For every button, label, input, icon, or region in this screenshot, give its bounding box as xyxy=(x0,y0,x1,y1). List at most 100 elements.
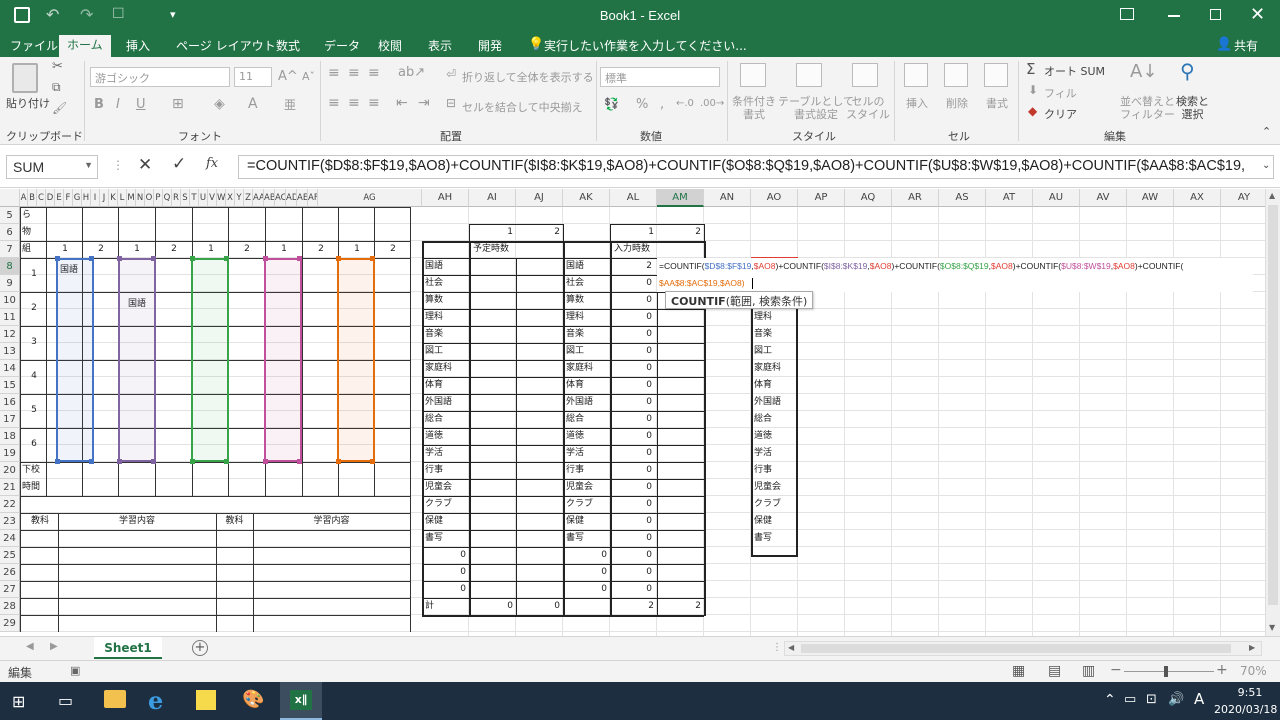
column-header[interactable]: U xyxy=(199,189,208,207)
battery-icon[interactable]: ▭ xyxy=(1124,692,1136,707)
row-header[interactable]: 7 xyxy=(0,241,20,258)
align-center-icon[interactable]: ≡ xyxy=(348,95,360,111)
range-handle[interactable] xyxy=(224,256,229,261)
align-top-icon[interactable]: ≡ xyxy=(328,65,340,81)
close-icon[interactable]: ✕ xyxy=(1250,4,1265,25)
column-header[interactable]: AD xyxy=(286,189,297,207)
tab-split-icon[interactable]: ⋮ xyxy=(772,642,782,653)
tell-me-box[interactable]: 実行したい作業を入力してください... xyxy=(544,37,747,54)
windows-start-icon[interactable]: ⊞ xyxy=(12,692,25,711)
column-header[interactable]: X xyxy=(226,189,235,207)
column-header[interactable]: L xyxy=(118,189,127,207)
range-handle[interactable] xyxy=(151,459,156,464)
column-header[interactable]: AI xyxy=(469,189,516,207)
ime-indicator[interactable]: A xyxy=(1194,690,1204,708)
range-handle[interactable] xyxy=(224,459,229,464)
font-size-dropdown[interactable]: 11 xyxy=(234,67,272,87)
column-header[interactable]: S xyxy=(181,189,190,207)
paste-icon[interactable] xyxy=(12,63,38,93)
row-header[interactable]: 20 xyxy=(0,462,20,479)
tooltip-function-name[interactable]: COUNTIF xyxy=(671,295,726,308)
italic-button[interactable]: I xyxy=(116,97,120,112)
restore-icon[interactable] xyxy=(1210,9,1221,20)
range-handle[interactable] xyxy=(89,256,94,261)
cell-editor[interactable]: =COUNTIF($D$8:$F$19,$AO8)+COUNTIF($I$8:$… xyxy=(657,258,1253,292)
edge-browser-icon[interactable]: e xyxy=(148,686,163,715)
tab-formulas[interactable]: 数式 xyxy=(268,36,308,57)
number-format-dropdown[interactable]: 標準 xyxy=(600,67,720,87)
cell-styles-icon[interactable] xyxy=(852,63,878,87)
sheet-tab-sheet1[interactable]: Sheet1 xyxy=(94,637,162,659)
increase-font-icon[interactable]: A^ xyxy=(278,69,298,84)
autosum-icon[interactable]: Σ xyxy=(1026,60,1035,78)
column-header[interactable]: M xyxy=(127,189,136,207)
tray-chevron-icon[interactable]: ⌃ xyxy=(1104,692,1116,708)
column-header[interactable]: AA xyxy=(253,189,264,207)
wrap-text-button[interactable]: 折り返して全体を表示する xyxy=(462,69,594,85)
delete-cells-button[interactable]: 削除 xyxy=(946,95,968,111)
format-painter-icon[interactable]: 🖌 xyxy=(52,101,67,115)
row-header[interactable]: 27 xyxy=(0,581,20,598)
worksheet-grid[interactable]: ABCDEFGHIJKLMNOPQRSTUVWXYZAAABACADAEAFAG… xyxy=(0,189,1265,636)
page-layout-view-icon[interactable]: ▤ xyxy=(1048,663,1061,679)
hscroll-left-icon[interactable]: ◀ xyxy=(788,643,794,652)
row-header[interactable]: 17 xyxy=(0,411,20,428)
normal-view-icon[interactable]: ▦ xyxy=(1012,663,1025,679)
fill-color-icon[interactable]: ◈ xyxy=(214,96,225,112)
column-header[interactable]: AH xyxy=(422,189,469,207)
wrap-text-icon[interactable]: ⏎ xyxy=(446,67,456,81)
column-header[interactable]: AE xyxy=(297,189,308,207)
format-as-table-button[interactable]: テーブルとして 書式設定 xyxy=(778,95,854,121)
zoom-slider-thumb[interactable] xyxy=(1164,666,1168,677)
column-header[interactable]: AX xyxy=(1174,189,1221,207)
row-header[interactable]: 13 xyxy=(0,343,20,360)
hscroll-thumb[interactable] xyxy=(801,644,1231,653)
font-name-dropdown[interactable]: 游ゴシック xyxy=(90,67,230,87)
fill-icon[interactable]: ⬇ xyxy=(1028,83,1038,97)
column-header[interactable]: Z xyxy=(244,189,253,207)
column-header[interactable]: AF xyxy=(308,189,318,207)
cell-styles-button[interactable]: セルの スタイル xyxy=(846,95,890,121)
row-header[interactable]: 11 xyxy=(0,309,20,326)
range-handle[interactable] xyxy=(297,256,302,261)
currency-icon[interactable]: 💱 xyxy=(604,97,619,111)
column-header[interactable]: D xyxy=(46,189,55,207)
align-bottom-icon[interactable]: ≡ xyxy=(368,65,380,81)
zoom-in-icon[interactable]: + xyxy=(1216,662,1228,678)
format-as-table-icon[interactable] xyxy=(796,63,822,87)
insert-function-icon[interactable]: fx xyxy=(206,156,218,171)
clock-time[interactable]: 9:51 xyxy=(1228,686,1272,699)
row-header[interactable]: 22 xyxy=(0,496,20,513)
range-handle[interactable] xyxy=(190,256,195,261)
row-header[interactable]: 24 xyxy=(0,530,20,547)
collapse-ribbon-icon[interactable]: ⌃ xyxy=(1262,125,1271,138)
border-icon[interactable]: ⊞ xyxy=(172,96,184,112)
range-handle[interactable] xyxy=(263,459,268,464)
column-header[interactable]: G xyxy=(73,189,82,207)
column-header[interactable]: T xyxy=(190,189,199,207)
column-header[interactable]: AC xyxy=(275,189,286,207)
underline-button[interactable]: U xyxy=(136,97,146,112)
align-right-icon[interactable]: ≡ xyxy=(368,95,380,111)
column-header[interactable]: N xyxy=(136,189,145,207)
range-handle[interactable] xyxy=(336,256,341,261)
share-button[interactable]: 共有 xyxy=(1234,37,1258,54)
delete-cells-icon[interactable] xyxy=(944,63,968,87)
sort-filter-button[interactable]: 並べ替えと フィルター xyxy=(1120,95,1175,121)
row-header[interactable]: 26 xyxy=(0,564,20,581)
row-header[interactable]: 29 xyxy=(0,615,20,632)
conditional-format-icon[interactable] xyxy=(740,63,766,87)
range-handle[interactable] xyxy=(55,256,60,261)
row-header[interactable]: 6 xyxy=(0,224,20,241)
tab-view[interactable]: 表示 xyxy=(420,36,460,57)
insert-cells-icon[interactable] xyxy=(904,63,928,87)
tab-insert[interactable]: 挿入 xyxy=(118,36,158,57)
decrease-decimal-icon[interactable]: .00→ xyxy=(700,98,724,109)
decrease-indent-icon[interactable]: ⇤ xyxy=(396,95,408,111)
format-cells-icon[interactable] xyxy=(984,63,1008,87)
row-header[interactable]: 28 xyxy=(0,598,20,615)
find-select-button[interactable]: 検索と 選択 xyxy=(1176,95,1209,121)
column-header[interactable]: V xyxy=(208,189,217,207)
expand-formula-icon[interactable]: ⌄ xyxy=(1262,160,1270,171)
range-handle[interactable] xyxy=(263,256,268,261)
